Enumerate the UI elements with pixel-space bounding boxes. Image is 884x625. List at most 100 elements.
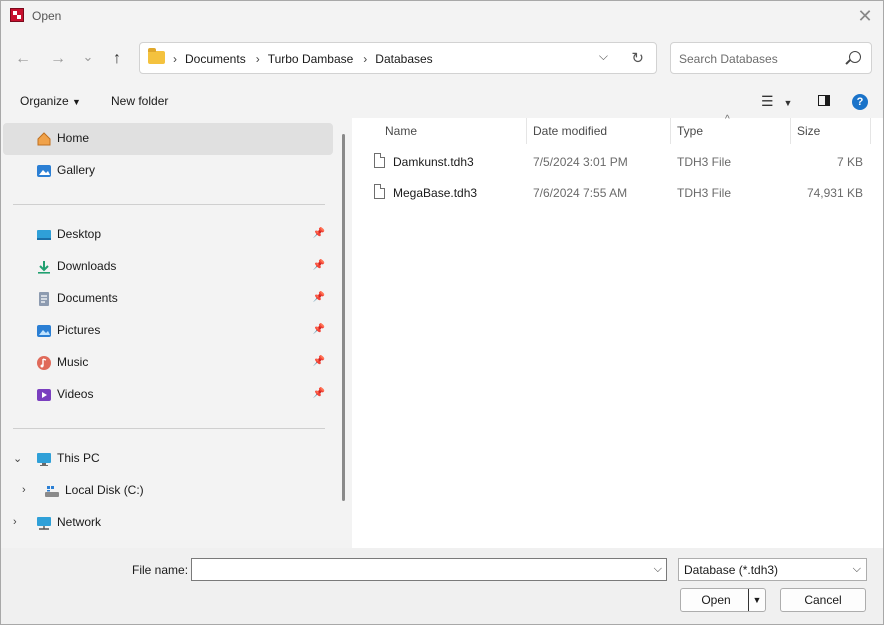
file-icon bbox=[374, 153, 385, 168]
chevron-right-icon[interactable]: › bbox=[13, 516, 17, 528]
open-button[interactable]: Open ▼ bbox=[680, 588, 766, 612]
search-icon[interactable] bbox=[849, 51, 861, 63]
sidebar-item-label: Videos bbox=[57, 387, 94, 401]
cancel-button[interactable]: Cancel bbox=[780, 588, 866, 612]
app-checkerboard-icon bbox=[10, 8, 24, 22]
sidebar-item-downloads[interactable]: Downloads 📌 bbox=[3, 251, 333, 283]
column-divider[interactable] bbox=[526, 118, 527, 144]
sidebar-item-home[interactable]: Home bbox=[3, 123, 333, 155]
file-row[interactable]: MegaBase.tdh3 7/6/2024 7:55 AM TDH3 File… bbox=[352, 178, 883, 208]
desktop-icon bbox=[37, 230, 51, 240]
file-name: Damkunst.tdh3 bbox=[393, 155, 474, 169]
column-header-name[interactable]: Name bbox=[385, 124, 417, 138]
breadcrumb-turbo-dambase[interactable]: Turbo Dambase bbox=[268, 52, 354, 66]
view-options-button[interactable]: ☰ ▼ bbox=[761, 93, 792, 110]
up-arrow-icon[interactable]: ↑ bbox=[106, 49, 128, 69]
disk-icon bbox=[45, 486, 59, 497]
breadcrumb-separator-icon: › bbox=[363, 52, 368, 66]
home-icon bbox=[37, 132, 51, 146]
breadcrumb-documents[interactable]: Documents bbox=[185, 52, 246, 66]
column-divider[interactable] bbox=[670, 118, 671, 144]
sidebar-item-pictures[interactable]: Pictures 📌 bbox=[3, 315, 333, 347]
breadcrumb-separator-icon: › bbox=[173, 52, 177, 66]
open-options-dropdown-icon[interactable]: ▼ bbox=[748, 589, 765, 611]
preview-pane-icon[interactable] bbox=[818, 95, 830, 106]
list-view-icon: ☰ bbox=[761, 93, 774, 109]
sort-ascending-icon: ^ bbox=[725, 114, 730, 125]
pin-icon[interactable]: 📌 bbox=[313, 260, 325, 271]
file-list: Name Date modified Type ^ Size Damkunst.… bbox=[352, 114, 883, 548]
sidebar-item-label: This PC bbox=[57, 451, 100, 465]
sidebar-item-label: Documents bbox=[57, 291, 118, 305]
sidebar-item-label: Local Disk (C:) bbox=[65, 483, 144, 497]
videos-icon bbox=[37, 389, 51, 401]
sidebar-item-label: Music bbox=[57, 355, 89, 369]
help-icon[interactable]: ? bbox=[852, 94, 868, 110]
sidebar-item-local-disk[interactable]: › Local Disk (C:) bbox=[3, 475, 333, 507]
column-divider[interactable] bbox=[790, 118, 791, 144]
back-arrow-icon[interactable]: ← bbox=[12, 49, 34, 69]
sidebar-item-label: Desktop bbox=[57, 227, 102, 241]
file-row[interactable]: Damkunst.tdh3 7/5/2024 3:01 PM TDH3 File… bbox=[352, 147, 883, 177]
network-icon bbox=[37, 517, 51, 530]
close-icon[interactable]: ✕ bbox=[853, 4, 877, 28]
breadcrumb-databases[interactable]: Databases bbox=[375, 52, 432, 66]
file-size: 7 KB bbox=[836, 155, 863, 169]
dropdown-caret-icon: ▼ bbox=[72, 97, 81, 107]
file-type: TDH3 File bbox=[677, 186, 732, 200]
file-date-modified: 7/5/2024 3:01 PM bbox=[533, 155, 628, 169]
sidebar-item-network[interactable]: › Network bbox=[3, 507, 333, 539]
breadcrumb: › Documents › Turbo Dambase › Databases bbox=[173, 52, 443, 66]
sidebar-item-desktop[interactable]: Desktop 📌 bbox=[3, 219, 333, 251]
pin-icon[interactable]: 📌 bbox=[313, 228, 325, 239]
file-name: MegaBase.tdh3 bbox=[393, 186, 478, 200]
file-name-field[interactable] bbox=[196, 561, 640, 580]
search-box[interactable] bbox=[670, 42, 872, 74]
pin-icon[interactable]: 📌 bbox=[313, 292, 325, 303]
sidebar-item-label: Gallery bbox=[57, 163, 96, 177]
file-size: 74,931 KB bbox=[806, 186, 863, 200]
download-icon bbox=[38, 261, 50, 274]
column-header-type[interactable]: Type bbox=[677, 124, 703, 138]
sidebar-item-music[interactable]: Music 📌 bbox=[3, 347, 333, 379]
column-header-date-modified[interactable]: Date modified bbox=[533, 124, 607, 138]
sidebar-item-label: Home bbox=[57, 131, 90, 145]
open-file-dialog: Open ✕ ← → ⌄ ↑ › Documents › Turbo Dambase ›… bbox=[0, 0, 884, 625]
address-bar[interactable]: › Documents › Turbo Dambase › Databases ⌵ ↻ bbox=[139, 42, 657, 74]
music-icon bbox=[37, 356, 51, 370]
address-history-chevron-icon[interactable]: ⌵ bbox=[599, 49, 608, 64]
sidebar-scrollbar[interactable] bbox=[342, 134, 345, 501]
search-input[interactable] bbox=[677, 49, 841, 69]
navigation-pane: Home Gallery Desktop 📌 Downloads 📌 Docum… bbox=[1, 118, 341, 548]
column-header-size[interactable]: Size bbox=[797, 124, 820, 138]
file-name-combobox[interactable]: ⌵ bbox=[191, 558, 667, 581]
command-bar: Organize ▼ New folder ☰ ▼ ? bbox=[1, 87, 883, 115]
new-folder-button[interactable]: New folder bbox=[111, 94, 168, 108]
file-type-select[interactable]: Database (*.tdh3) ⌵ bbox=[678, 558, 867, 581]
pictures-icon bbox=[37, 325, 51, 337]
chevron-down-icon: ⌵ bbox=[852, 563, 861, 575]
pin-icon[interactable]: 📌 bbox=[313, 324, 325, 335]
computer-icon bbox=[37, 453, 51, 466]
chevron-down-icon[interactable]: ⌄ bbox=[13, 452, 22, 465]
organize-label: Organize bbox=[20, 94, 69, 108]
divider bbox=[13, 428, 325, 429]
sidebar-item-videos[interactable]: Videos 📌 bbox=[3, 379, 333, 411]
file-type: TDH3 File bbox=[677, 155, 732, 169]
chevron-right-icon[interactable]: › bbox=[22, 484, 26, 496]
sidebar-item-gallery[interactable]: Gallery bbox=[3, 155, 333, 187]
organize-button[interactable]: Organize ▼ bbox=[20, 94, 81, 108]
sidebar-item-label: Downloads bbox=[57, 259, 117, 273]
file-icon bbox=[374, 184, 385, 199]
sidebar-item-documents[interactable]: Documents 📌 bbox=[3, 283, 333, 315]
pin-icon[interactable]: 📌 bbox=[313, 388, 325, 399]
refresh-icon[interactable]: ↻ bbox=[631, 49, 644, 67]
recent-locations-chevron-icon[interactable]: ⌄ bbox=[77, 47, 99, 67]
pin-icon[interactable]: 📌 bbox=[313, 356, 325, 367]
sidebar-item-this-pc[interactable]: ⌄ This PC bbox=[3, 443, 333, 475]
column-divider[interactable] bbox=[870, 118, 871, 144]
forward-arrow-icon[interactable]: → bbox=[47, 49, 69, 69]
window-title: Open bbox=[32, 9, 62, 23]
file-type-value: Database (*.tdh3) bbox=[684, 563, 779, 577]
chevron-down-icon[interactable]: ⌵ bbox=[654, 563, 662, 576]
